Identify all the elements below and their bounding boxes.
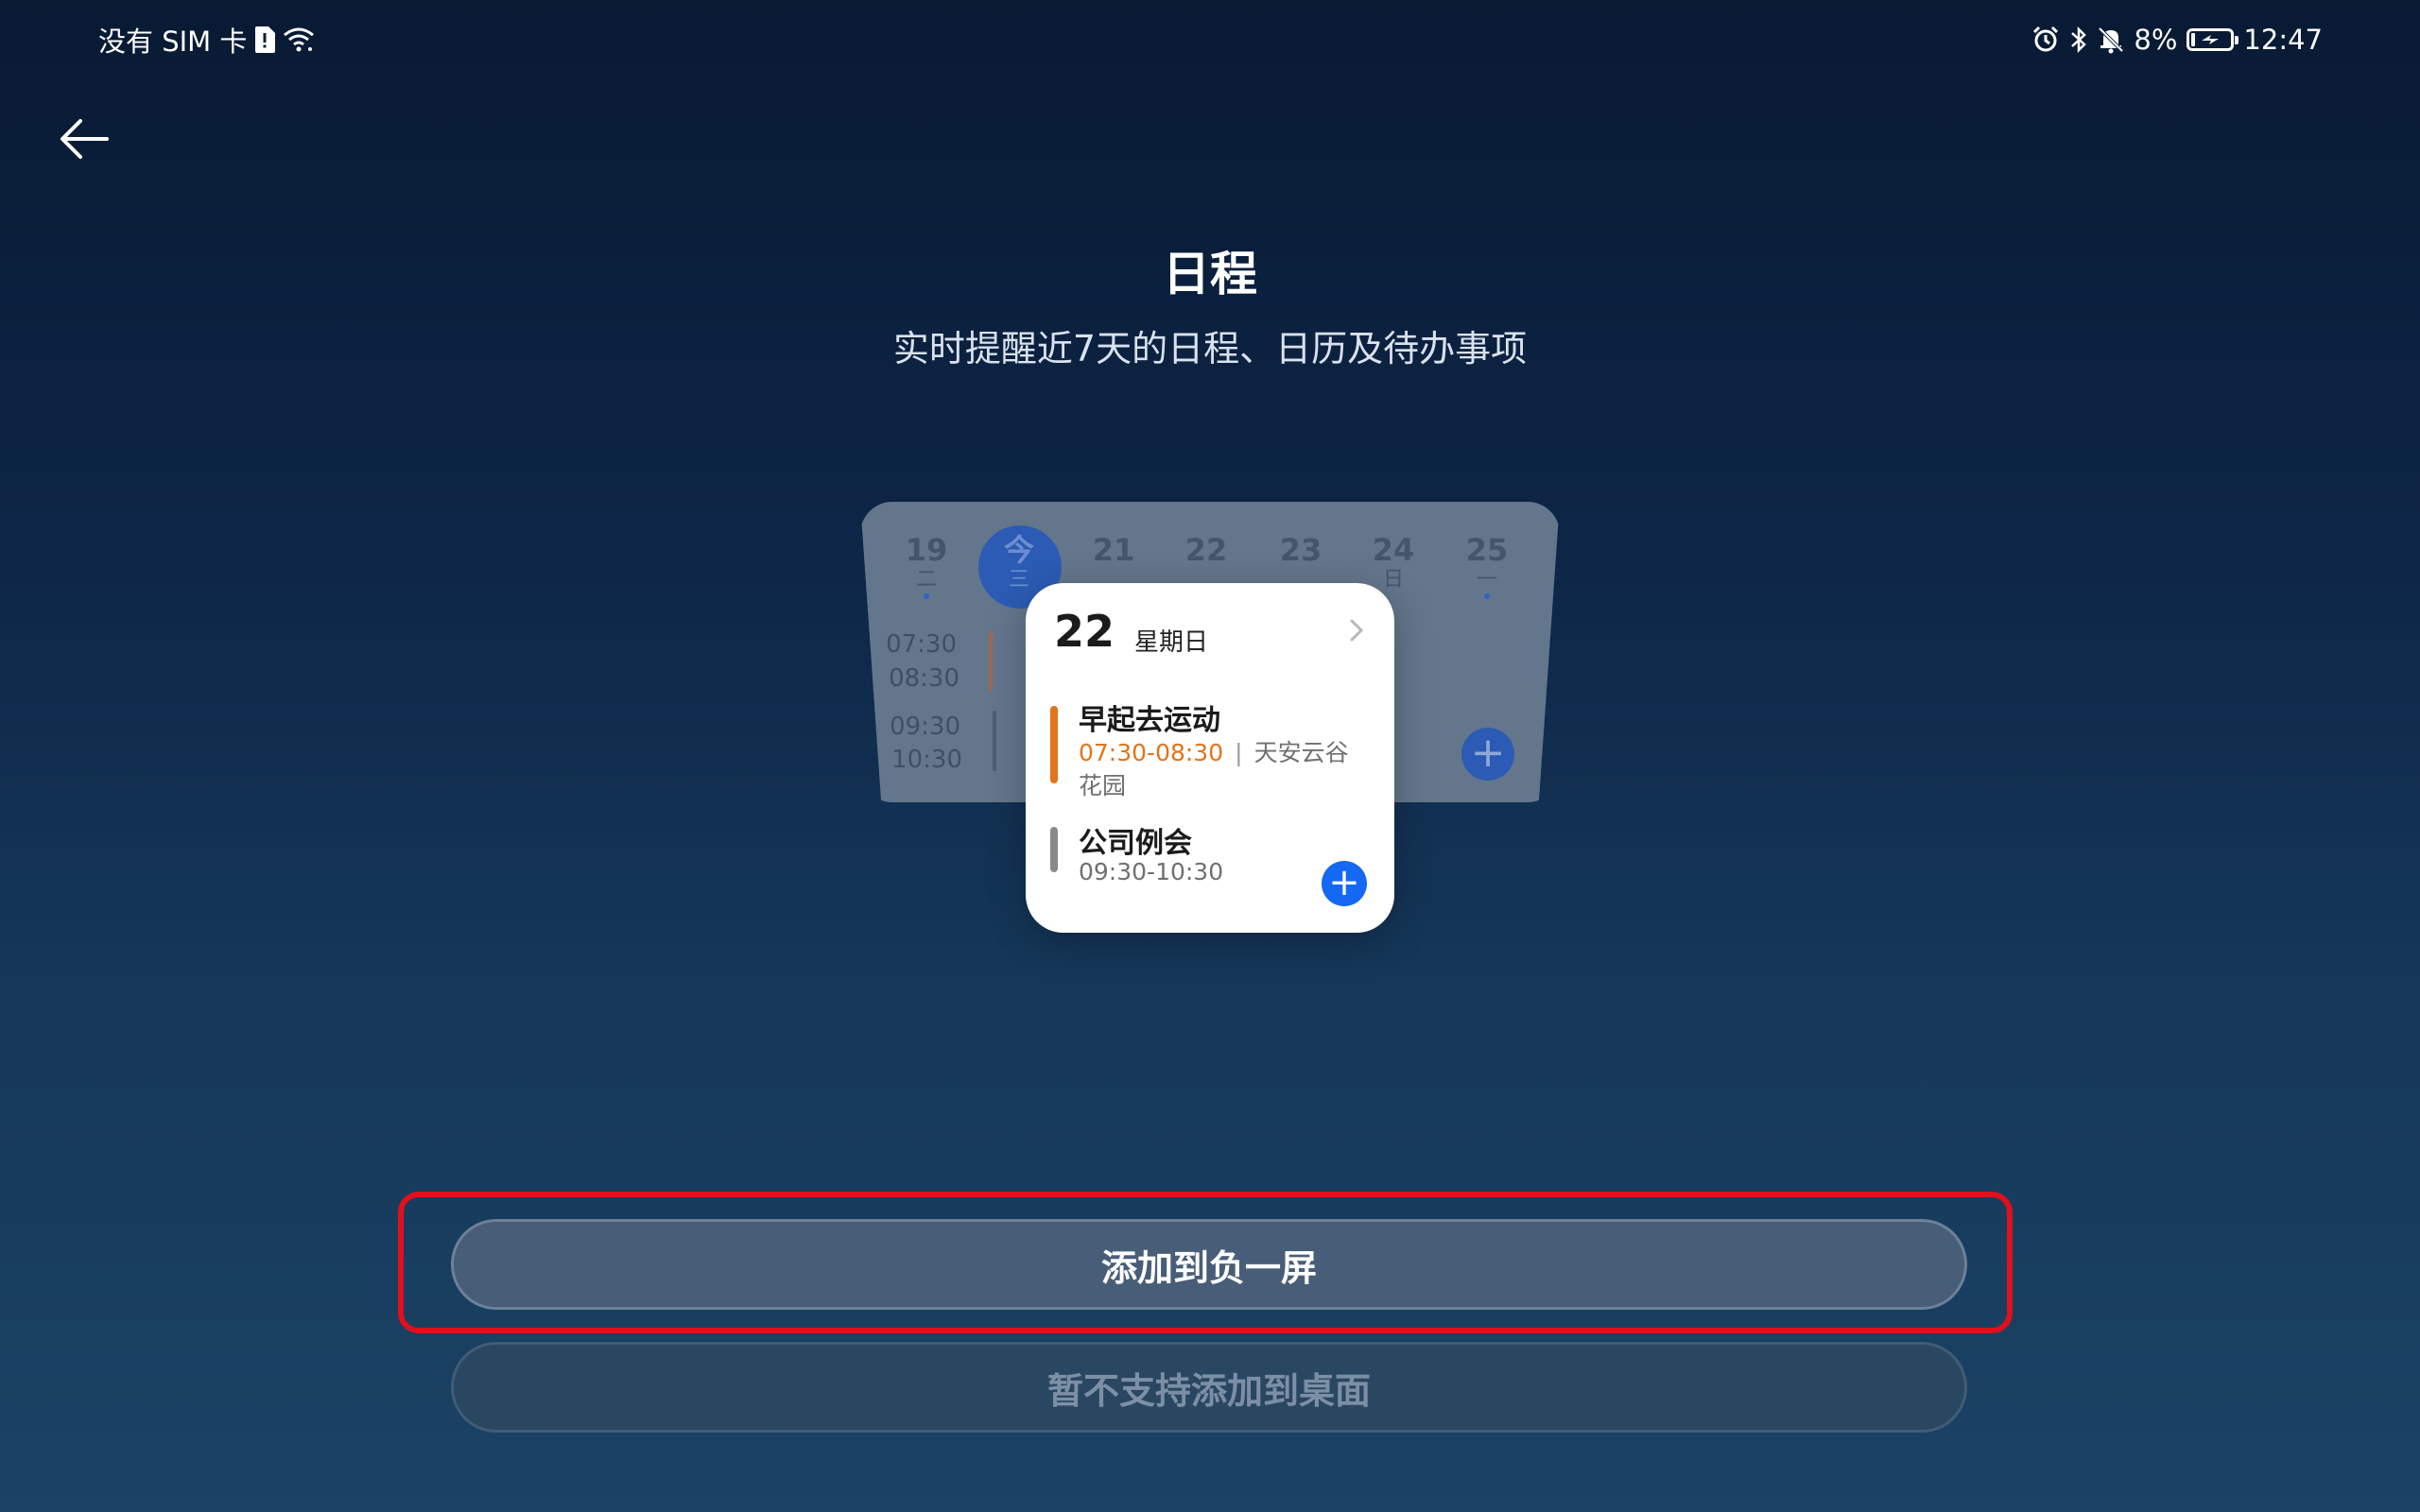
status-bar-right: 8% 12:47 (2031, 19, 2323, 60)
clock: 12:47 (2243, 24, 2323, 56)
alarm-icon (2031, 26, 2060, 54)
carrier-text: 没有 SIM 卡 (98, 26, 248, 58)
event-color-bar (1050, 827, 1058, 872)
event-time: 07:30-08:30 (1079, 739, 1224, 766)
preview-day: 19 二 (889, 531, 964, 599)
mute-icon (2098, 26, 2124, 54)
back-arrow-icon (60, 119, 109, 159)
preview-time: 10:30 (891, 746, 962, 774)
preview-day: 23 (1279, 532, 1322, 568)
preview-add-icon: + (1461, 728, 1514, 781)
separator: | (1235, 739, 1243, 766)
preview-day: 22 (1184, 532, 1228, 568)
preview-event-bar (993, 711, 996, 771)
preview-day: 21 (1092, 532, 1135, 568)
preview-day: 24 日 (1372, 532, 1415, 592)
preview-day: 25 一 (1449, 531, 1525, 599)
add-event-icon: + (1322, 861, 1367, 906)
preview-day-today: 今 三 (1003, 532, 1034, 592)
preview-time: 07:30 (886, 630, 957, 659)
back-button[interactable] (53, 108, 115, 170)
preview-time: 09:30 (890, 713, 960, 741)
event-color-bar (1050, 706, 1058, 783)
battery-percent: 8% (2134, 24, 2178, 56)
add-to-minus-one-screen-button[interactable]: 添加到负一屏 (451, 1219, 1967, 1310)
preview-time: 08:30 (889, 664, 959, 693)
bluetooth-icon (2069, 26, 2088, 54)
sim-alert-icon (254, 26, 276, 53)
chevron-right-icon (1350, 619, 1364, 642)
event-location: 天安云谷 (1253, 739, 1349, 766)
event-location-cont: 花园 (1079, 772, 1127, 799)
event-detail: 07:30-08:30 | 天安云谷 花园 (1079, 736, 1372, 802)
page-title: 日程 (1163, 247, 1257, 301)
card-weekday: 星期日 (1134, 628, 1209, 657)
preview-event-bar (989, 631, 993, 692)
card-date: 22 (1054, 606, 1115, 657)
wifi-icon (283, 26, 315, 53)
page-subtitle: 实时提醒近7天的日程、日历及待办事项 (892, 328, 1528, 369)
preview-schedule-card: 22 星期日 早起去运动 07:30-08:30 | 天安云谷 花园 公司例会 09… (1026, 583, 1394, 933)
add-to-desktop-button-disabled: 暂不支持添加到桌面 (451, 1342, 1967, 1433)
status-bar-left: 没有 SIM 卡 (98, 19, 315, 60)
battery-charging-icon (2187, 28, 2239, 51)
event-title: 早起去运动 (1079, 704, 1220, 737)
